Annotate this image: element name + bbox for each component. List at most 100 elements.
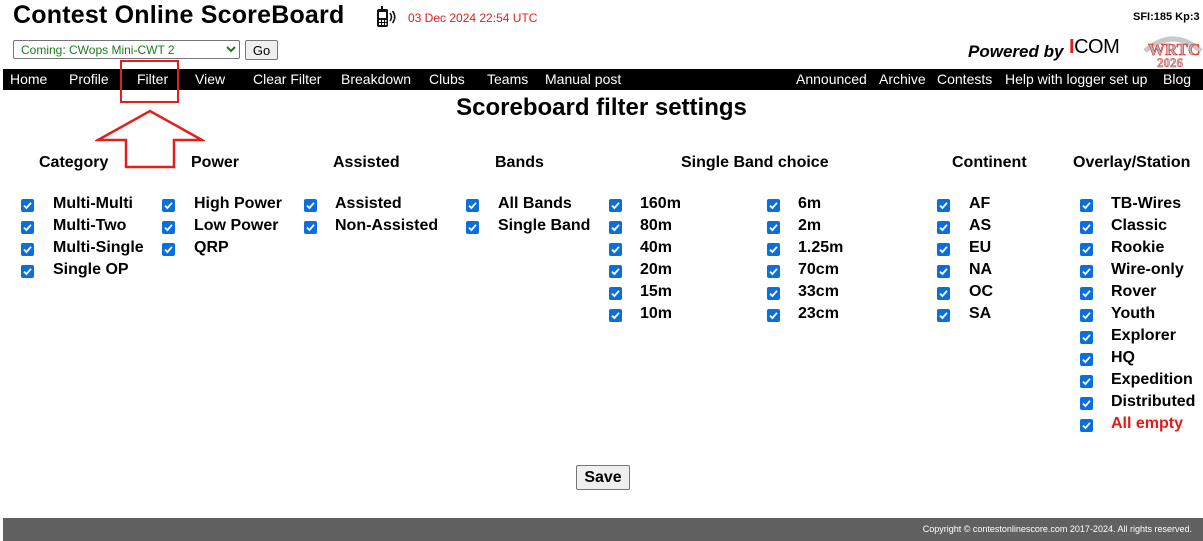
continent-checkbox-oc[interactable] — [937, 287, 950, 300]
power-option-label: Low Power — [194, 217, 279, 234]
category-heading: Category — [39, 154, 109, 171]
band-checkbox-23cm[interactable] — [767, 309, 780, 322]
overlay-heading: Overlay/Station — [1073, 154, 1191, 171]
category-checkbox-single-op[interactable] — [21, 265, 34, 278]
band-option-label: 15m — [640, 283, 673, 300]
band-checkbox-33cm[interactable] — [767, 287, 780, 300]
overlay-checkbox-hq[interactable] — [1080, 353, 1093, 366]
overlay-checkbox-distributed[interactable] — [1080, 397, 1093, 410]
band-option-label: 20m — [640, 261, 673, 278]
overlay-checkbox-rookie[interactable] — [1080, 243, 1093, 256]
band-option-label: 33cm — [798, 283, 839, 300]
bands-option-label: Single Band — [498, 217, 591, 234]
continent-checkbox-af[interactable] — [937, 199, 950, 212]
bands-checkbox-single-band[interactable] — [466, 221, 479, 234]
nav-blog[interactable]: Blog — [1163, 71, 1191, 87]
footer: Copyright © contestonlinescore.com 2017-… — [3, 518, 1203, 541]
band-checkbox-1-25m[interactable] — [767, 243, 780, 256]
current-datetime: 03 Dec 2024 22:54 UTC — [408, 11, 538, 25]
assisted-option-label: Non-Assisted — [335, 217, 439, 234]
overlay-checkbox-classic[interactable] — [1080, 221, 1093, 234]
band-checkbox-40m[interactable] — [609, 243, 622, 256]
power-heading: Power — [191, 154, 240, 171]
mobile-phone-icon[interactable] — [374, 5, 398, 34]
continent-option-label: AS — [969, 217, 992, 234]
contest-select[interactable]: Coming: CWops Mini-CWT 2 — [13, 40, 240, 59]
bands-heading: Bands — [495, 154, 544, 171]
overlay-checkbox-wire-only[interactable] — [1080, 265, 1093, 278]
overlay-option-label: Rover — [1111, 283, 1157, 300]
overlay-checkbox-youth[interactable] — [1080, 309, 1093, 322]
go-button[interactable]: Go — [245, 40, 278, 60]
overlay-option-label: Youth — [1111, 305, 1156, 322]
band-option-label: 10m — [640, 305, 673, 322]
nav-help-logger-setup[interactable]: Help with logger set up — [1005, 71, 1147, 87]
continent-checkbox-eu[interactable] — [937, 243, 950, 256]
assisted-option-label: Assisted — [335, 195, 402, 212]
band-option-label: 70cm — [798, 261, 839, 278]
band-checkbox-2m[interactable] — [767, 221, 780, 234]
nav-clubs[interactable]: Clubs — [429, 71, 465, 87]
single-band-heading: Single Band choice — [681, 154, 829, 171]
category-checkbox-multi-two[interactable] — [21, 221, 34, 234]
overlay-option-label: Expedition — [1111, 371, 1193, 388]
band-checkbox-20m[interactable] — [609, 265, 622, 278]
continent-option-label: NA — [969, 261, 993, 278]
nav-teams[interactable]: Teams — [487, 71, 528, 87]
page-header-title: Contest Online ScoreBoard — [13, 1, 345, 29]
overlay-checkbox-rover[interactable] — [1080, 287, 1093, 300]
overlay-option-label: Explorer — [1111, 327, 1176, 344]
power-checkbox-qrp[interactable] — [162, 243, 175, 256]
band-option-label: 23cm — [798, 305, 839, 322]
category-checkbox-multi-multi[interactable] — [21, 199, 34, 212]
icom-logo: ICOM — [1069, 36, 1120, 58]
nav-profile[interactable]: Profile — [69, 71, 109, 87]
overlay-checkbox-all-empty[interactable] — [1080, 419, 1093, 432]
category-option-label: Multi-Multi — [53, 195, 133, 212]
icom-brand-rest: COM — [1074, 36, 1120, 58]
band-option-label: 160m — [640, 195, 681, 212]
band-checkbox-15m[interactable] — [609, 287, 622, 300]
continent-option-label: AF — [969, 195, 991, 212]
continent-checkbox-sa[interactable] — [937, 309, 950, 322]
band-checkbox-160m[interactable] — [609, 199, 622, 212]
band-option-label: 80m — [640, 217, 673, 234]
category-option-label: Single OP — [53, 261, 129, 278]
overlay-checkbox-explorer[interactable] — [1080, 331, 1093, 344]
overlay-checkbox-tb-wires[interactable] — [1080, 199, 1093, 212]
page-title: Scoreboard filter settings — [456, 94, 747, 121]
power-checkbox-low-power[interactable] — [162, 221, 175, 234]
save-button[interactable]: Save — [576, 465, 630, 490]
band-option-label: 1.25m — [798, 239, 844, 256]
overlay-option-label: Wire-only — [1111, 261, 1184, 278]
nav-breakdown[interactable]: Breakdown — [341, 71, 411, 87]
overlay-checkbox-expedition[interactable] — [1080, 375, 1093, 388]
overlay-option-label: HQ — [1111, 349, 1135, 366]
assisted-checkbox-assisted[interactable] — [304, 199, 317, 212]
category-checkbox-multi-single[interactable] — [21, 243, 34, 256]
continent-option-label: EU — [969, 239, 992, 256]
nav-view[interactable]: View — [195, 71, 225, 87]
assisted-checkbox-non-assisted[interactable] — [304, 221, 317, 234]
band-option-label: 2m — [798, 217, 822, 234]
continent-checkbox-as[interactable] — [937, 221, 950, 234]
band-checkbox-10m[interactable] — [609, 309, 622, 322]
band-checkbox-70cm[interactable] — [767, 265, 780, 278]
overlay-option-label: Classic — [1111, 217, 1168, 234]
band-checkbox-6m[interactable] — [767, 199, 780, 212]
bands-checkbox-all-bands[interactable] — [466, 199, 479, 212]
bands-option-label: All Bands — [498, 195, 572, 212]
nav-archive[interactable]: Archive — [879, 71, 926, 87]
category-option-label: Multi-Single — [53, 239, 144, 256]
overlay-option-label: Rookie — [1111, 239, 1165, 256]
band-checkbox-80m[interactable] — [609, 221, 622, 234]
nav-announced[interactable]: Announced — [796, 71, 867, 87]
nav-home[interactable]: Home — [10, 71, 47, 87]
nav-clear-filter[interactable]: Clear Filter — [253, 71, 321, 87]
nav-manual-post[interactable]: Manual post — [545, 71, 621, 87]
continent-checkbox-na[interactable] — [937, 265, 950, 278]
power-option-label: High Power — [194, 195, 283, 212]
power-checkbox-high-power[interactable] — [162, 199, 175, 212]
nav-contests[interactable]: Contests — [937, 71, 992, 87]
wrtc-logo-icon: WRTC 2026 — [1143, 31, 1203, 74]
